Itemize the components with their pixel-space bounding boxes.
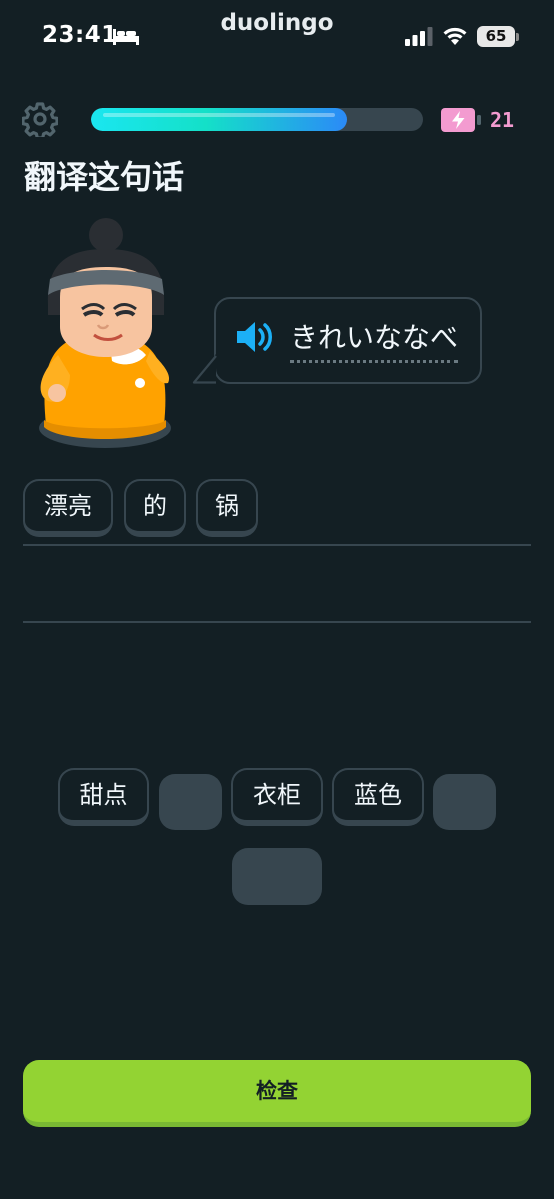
speaker-audio-icon[interactable] [235, 319, 275, 355]
prompt-sentence[interactable]: きれいななべ [290, 316, 459, 363]
word-bank-empty-slot [159, 774, 222, 830]
app-name: duolingo [220, 10, 334, 36]
answer-tile[interactable]: 漂亮 [23, 479, 113, 537]
word-bank-tile[interactable]: 甜点 [58, 768, 149, 826]
screen: 23:41 duolingo 65 21 翻译这句话 きれいななべ 漂亮 的 锅… [0, 0, 554, 1199]
signal-icon [405, 27, 433, 46]
check-button[interactable]: 检查 [23, 1060, 531, 1127]
lily-character-illustration [39, 218, 171, 448]
word-bank-empty-slot [433, 774, 496, 830]
energy-battery-icon[interactable] [440, 107, 482, 133]
wifi-icon [443, 27, 467, 45]
battery-level: 65 [485, 27, 507, 45]
answer-tile[interactable]: 锅 [196, 479, 258, 537]
answer-line [23, 544, 531, 546]
answer-tile[interactable]: 的 [124, 479, 186, 537]
word-bank-empty-slot [232, 848, 322, 905]
answer-line [23, 621, 531, 623]
energy-count: 21 [490, 108, 515, 132]
speech-bubble-tail [192, 354, 217, 384]
settings-gear-icon[interactable] [22, 101, 58, 137]
word-bank-tile[interactable]: 蓝色 [332, 768, 424, 826]
lesson-progress-bar [91, 108, 423, 131]
progress-shine [103, 113, 335, 117]
exercise-title: 翻译这句话 [24, 158, 185, 196]
battery-cap [516, 33, 519, 41]
lesson-progress-fill [91, 108, 347, 131]
word-bank-tile[interactable]: 衣柜 [231, 768, 323, 826]
